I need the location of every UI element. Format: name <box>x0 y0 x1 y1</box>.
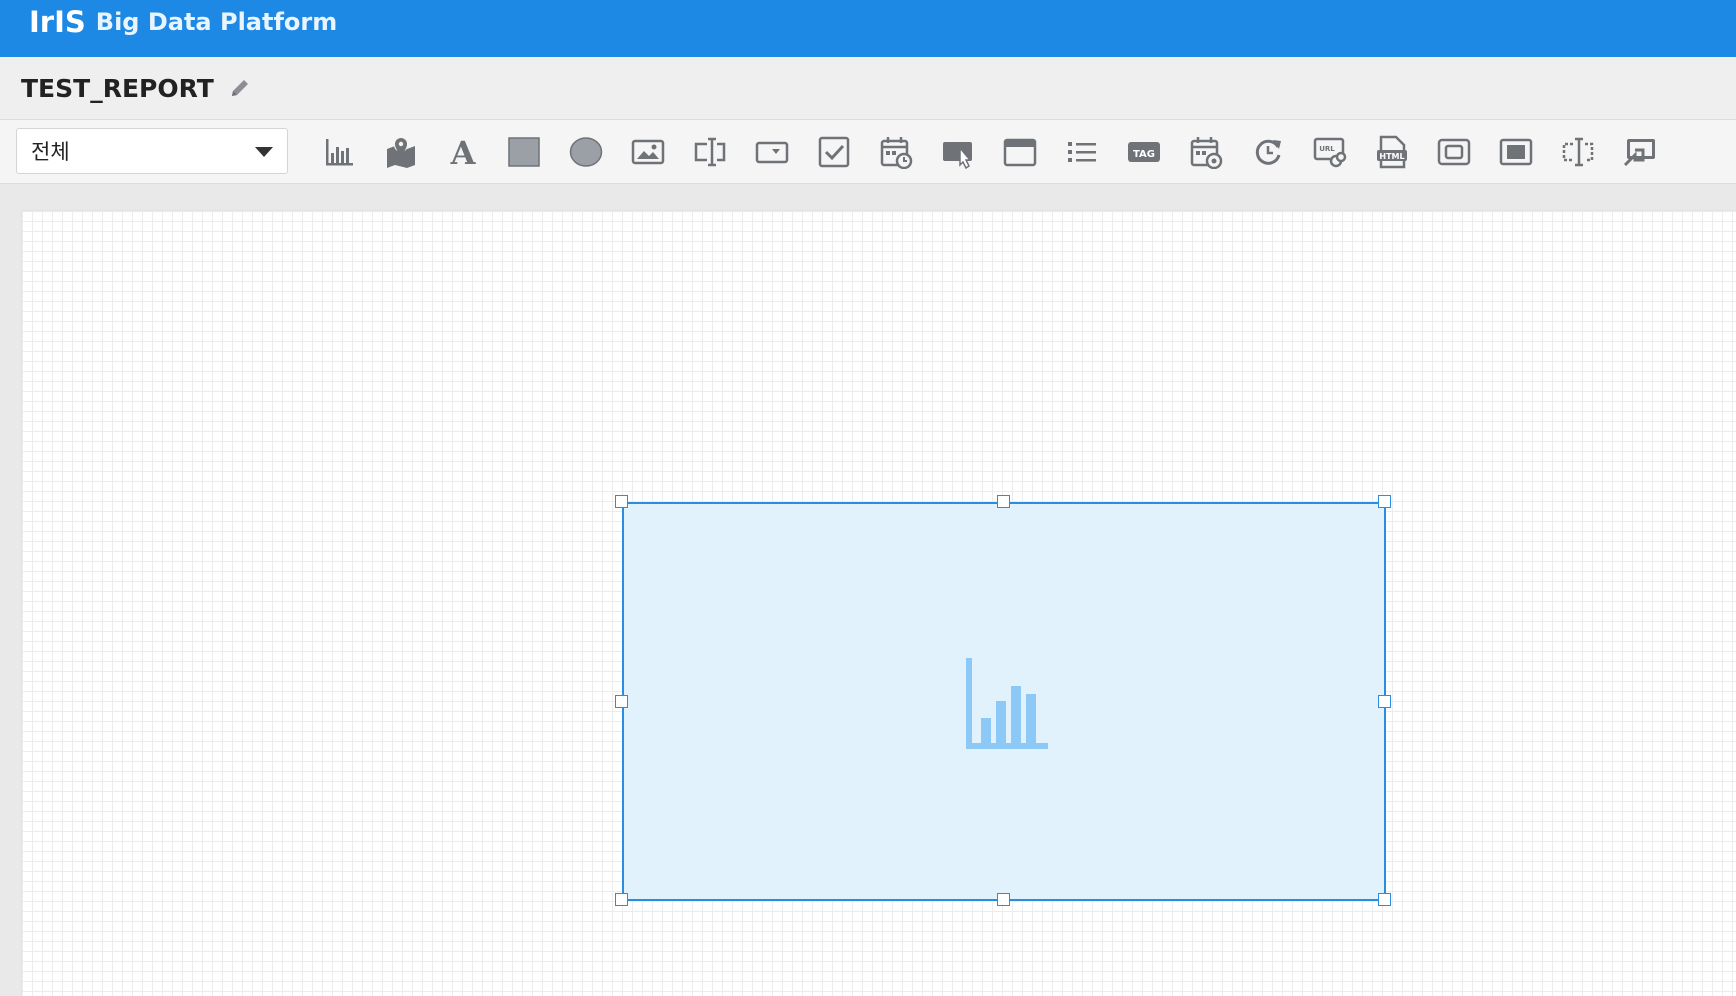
calendar-settings-icon[interactable] <box>1185 131 1227 173</box>
panel-icon[interactable] <box>1495 131 1537 173</box>
resize-handle-top-right[interactable] <box>1378 495 1391 508</box>
category-select[interactable]: 전체 <box>16 128 288 174</box>
chevron-down-icon <box>255 147 273 157</box>
map-icon[interactable] <box>380 131 422 173</box>
tag-icon-label: TAG <box>1133 149 1155 160</box>
resize-handle-top-left[interactable] <box>615 495 628 508</box>
brand[interactable]: IrIS Big Data Platform <box>29 4 338 39</box>
url-link-icon[interactable]: URL <box>1309 131 1351 173</box>
pencil-icon[interactable] <box>228 76 252 100</box>
bar-chart-icon[interactable] <box>318 131 360 173</box>
list-icon[interactable] <box>1061 131 1103 173</box>
screen-share-icon[interactable] <box>1619 131 1661 173</box>
cursor-input-icon[interactable] <box>1557 131 1599 173</box>
button-click-icon[interactable] <box>937 131 979 173</box>
refresh-icon[interactable] <box>1247 131 1289 173</box>
window-icon[interactable] <box>999 131 1041 173</box>
calendar-time-icon[interactable] <box>875 131 917 173</box>
resize-handle-left[interactable] <box>615 695 628 708</box>
brand-app-name: Big Data Platform <box>95 8 338 36</box>
html-icon-label: HTML <box>1379 152 1404 161</box>
resize-handle-bottom[interactable] <box>997 893 1010 906</box>
rectangle-icon[interactable] <box>503 131 545 173</box>
app-header: IrIS Big Data Platform <box>0 0 1736 57</box>
resize-handle-bottom-left[interactable] <box>615 893 628 906</box>
ellipse-icon[interactable] <box>565 131 607 173</box>
url-icon-label: URL <box>1319 145 1335 153</box>
chart-widget[interactable] <box>615 495 1391 906</box>
widget-toolbar: 전체 A TAG URL HTML <box>0 120 1736 184</box>
page-title: TEST_REPORT <box>21 73 214 103</box>
text-input-icon[interactable] <box>689 131 731 173</box>
resize-handle-top[interactable] <box>997 495 1010 508</box>
brand-logo: IrIS <box>29 4 86 39</box>
dropdown-icon[interactable] <box>751 131 793 173</box>
report-title-bar: TEST_REPORT <box>0 57 1736 120</box>
report-canvas[interactable] <box>22 211 1736 996</box>
image-icon[interactable] <box>627 131 669 173</box>
svg-text:A: A <box>450 135 477 169</box>
checkbox-icon[interactable] <box>813 131 855 173</box>
html-file-icon[interactable]: HTML <box>1371 131 1413 173</box>
frame-icon[interactable] <box>1433 131 1475 173</box>
resize-handle-bottom-right[interactable] <box>1378 893 1391 906</box>
category-select-value: 전체 <box>31 140 70 164</box>
bar-chart-icon <box>966 658 1048 749</box>
text-icon[interactable]: A <box>442 131 484 173</box>
resize-handle-right[interactable] <box>1378 695 1391 708</box>
tag-icon[interactable]: TAG <box>1123 131 1165 173</box>
